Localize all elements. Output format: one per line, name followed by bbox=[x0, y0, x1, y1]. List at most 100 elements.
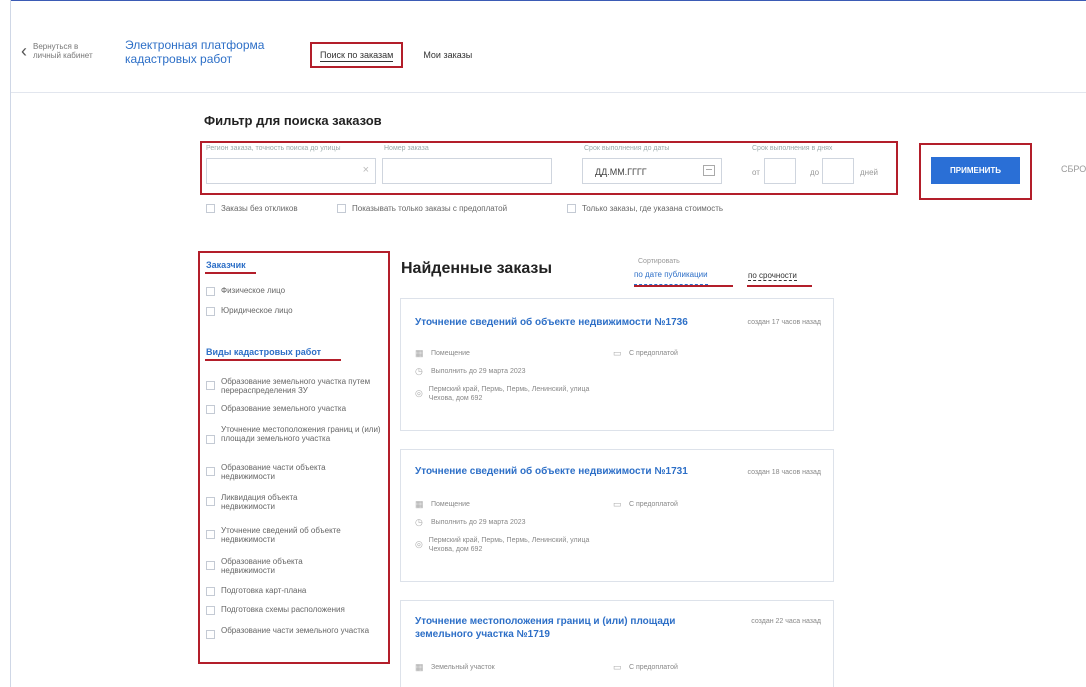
sidebar-item-work-10[interactable]: Образование части земельного участка bbox=[206, 626, 381, 639]
sidebar-item-work-5[interactable]: Ликвидация объекта недвижимости bbox=[206, 493, 331, 511]
address: Пермский край, Пермь, Пермь, Ленинский, … bbox=[428, 537, 590, 553]
sidebar-item-individual[interactable]: Физическое лицо bbox=[206, 286, 389, 296]
reset-button[interactable]: СБРО bbox=[1061, 164, 1086, 174]
checkbox-box[interactable] bbox=[567, 204, 576, 213]
object-type: Земельный участок bbox=[431, 664, 495, 671]
order-title[interactable]: Уточнение сведений об объекте недвижимос… bbox=[415, 316, 688, 329]
object-type: Помещение bbox=[431, 350, 470, 357]
sidebar-item-label: Образование земельного участка bbox=[221, 404, 347, 413]
deadline: Выполнить до 29 марта 2023 bbox=[431, 368, 526, 375]
chevron-left-icon: ‹ bbox=[21, 41, 27, 61]
address-line: ◎ Пермский край, Пермь, Пермь, Ленинский… bbox=[415, 536, 605, 554]
order-card[interactable]: Уточнение сведений об объекте недвижимос… bbox=[400, 298, 834, 431]
days-to-input[interactable] bbox=[822, 158, 854, 184]
sort-date-highlight bbox=[634, 285, 733, 287]
deadline-date-input[interactable]: ДД.ММ.ГГГГ bbox=[582, 158, 722, 184]
checkbox-box[interactable] bbox=[206, 606, 215, 615]
days-label: дней bbox=[860, 168, 879, 177]
back-to-cabinet-link[interactable]: ‹ Вернуться в личный кабинет bbox=[21, 42, 97, 60]
apply-button[interactable]: ПРИМЕНИТЬ bbox=[931, 157, 1020, 184]
sidebar-item-legal-entity[interactable]: Юридическое лицо bbox=[206, 306, 389, 316]
checkbox-prepayment-only[interactable]: Показывать только заказы с предоплатой bbox=[337, 204, 507, 213]
address: Пермский край, Пермь, Пермь, Ленинский, … bbox=[428, 386, 590, 402]
results-title: Найденные заказы bbox=[401, 260, 553, 277]
checkbox-box[interactable] bbox=[206, 287, 215, 296]
checkbox-box[interactable] bbox=[206, 307, 215, 316]
deadline-days-label: Срок выполнения в днях bbox=[752, 145, 833, 152]
sidebar-item-label: Подготовка схемы расположения bbox=[221, 605, 345, 614]
checkbox-label: Только заказы, где указана стоимость bbox=[582, 204, 724, 213]
land-plot-icon: ▦ bbox=[415, 662, 424, 672]
checkbox-label: Показывать только заказы с предоплатой bbox=[352, 204, 508, 213]
sidebar-item-work-7[interactable]: Образование объекта недвижимости bbox=[206, 557, 331, 575]
brand-title[interactable]: Электронная платформа кадастровых работ bbox=[125, 38, 285, 66]
tab-search-orders-label: Поиск по заказам bbox=[320, 50, 394, 60]
order-title[interactable]: Уточнение сведений об объекте недвижимос… bbox=[415, 465, 688, 478]
clear-icon[interactable]: × bbox=[363, 164, 369, 176]
order-card[interactable]: Уточнение местоположения границ и (или) … bbox=[400, 600, 834, 687]
checkbox-box[interactable] bbox=[206, 467, 215, 476]
sidebar-item-label: Уточнение местоположения границ и (или) … bbox=[221, 425, 381, 443]
checkbox-no-responses[interactable]: Заказы без откликов bbox=[206, 204, 298, 213]
sidebar-item-work-2[interactable]: Образование земельного участка bbox=[206, 404, 389, 414]
sidebar-item-work-8[interactable]: Подготовка карт-плана bbox=[206, 586, 389, 596]
order-number-label: Номер заказа bbox=[384, 145, 429, 152]
checkbox-price-specified[interactable]: Только заказы, где указана стоимость bbox=[567, 204, 723, 213]
sidebar-item-work-9[interactable]: Подготовка схемы расположения bbox=[206, 605, 389, 615]
order-created: создан 17 часов назад bbox=[747, 319, 821, 326]
calendar-icon[interactable] bbox=[703, 165, 715, 176]
checkbox-box[interactable] bbox=[206, 587, 215, 596]
works-heading-underline bbox=[205, 359, 341, 361]
order-created: создан 22 часа назад bbox=[751, 618, 821, 625]
checkbox-box[interactable] bbox=[206, 561, 215, 570]
order-number-input[interactable] bbox=[382, 158, 552, 184]
deadline-line: ◷ Выполнить до 29 марта 2023 bbox=[415, 367, 526, 376]
sort-by-date-link[interactable]: по дате публикации bbox=[634, 270, 708, 285]
prepayment-line: ▭ С предоплатой bbox=[613, 349, 678, 358]
sidebar-item-work-4[interactable]: Образование части объекта недвижимости bbox=[206, 463, 371, 481]
wallet-icon: ▭ bbox=[613, 662, 622, 672]
sort-by-urgency-link[interactable]: по срочности bbox=[748, 271, 797, 281]
main-nav: Поиск по заказам Мои заказы bbox=[310, 42, 472, 68]
building-icon: ▦ bbox=[415, 348, 424, 358]
checkbox-box[interactable] bbox=[206, 530, 215, 539]
checkbox-box[interactable] bbox=[206, 405, 215, 414]
wallet-icon: ▭ bbox=[613, 348, 622, 358]
deadline-date-label: Срок выполнения до даты bbox=[584, 145, 670, 152]
order-created: создан 18 часов назад bbox=[747, 469, 821, 476]
prepayment-line: ▭ С предоплатой bbox=[613, 500, 678, 509]
from-label: от bbox=[752, 168, 760, 177]
checkbox-box[interactable] bbox=[206, 204, 215, 213]
prepayment-line: ▭ С предоплатой bbox=[613, 663, 678, 672]
checkbox-box[interactable] bbox=[206, 435, 215, 444]
sidebar-item-work-3[interactable]: Уточнение местоположения границ и (или) … bbox=[206, 425, 381, 444]
sidebar-item-label: Образование земельного участка путем пер… bbox=[221, 377, 371, 395]
sidebar-item-label: Физическое лицо bbox=[221, 286, 286, 295]
checkbox-box[interactable] bbox=[206, 497, 215, 506]
checkbox-label: Заказы без откликов bbox=[221, 204, 298, 213]
deadline-line: ◷ Выполнить до 29 марта 2023 bbox=[415, 518, 526, 527]
object-type-line: ▦ Помещение bbox=[415, 500, 470, 509]
page-header: ‹ Вернуться в личный кабинет Электронная… bbox=[11, 0, 1086, 93]
sidebar-item-work-1[interactable]: Образование земельного участка путем пер… bbox=[206, 377, 389, 395]
brand-line-2: кадастровых работ bbox=[125, 52, 233, 66]
prepayment: С предоплатой bbox=[629, 501, 678, 508]
days-from-input[interactable] bbox=[764, 158, 796, 184]
sidebar-item-label: Образование объекта недвижимости bbox=[221, 557, 303, 575]
sidebar-item-work-6[interactable]: Уточнение сведений об объекте недвижимос… bbox=[206, 526, 381, 544]
checkbox-box[interactable] bbox=[337, 204, 346, 213]
tab-search-orders[interactable]: Поиск по заказам bbox=[310, 42, 404, 68]
order-card[interactable]: Уточнение сведений об объекте недвижимос… bbox=[400, 449, 834, 582]
region-input[interactable]: × bbox=[206, 158, 376, 184]
back-label: Вернуться в личный кабинет bbox=[33, 42, 93, 60]
checkbox-box[interactable] bbox=[206, 381, 215, 390]
works-heading: Виды кадастровых работ bbox=[206, 347, 322, 357]
prepayment: С предоплатой bbox=[629, 664, 678, 671]
location-pin-icon: ◎ bbox=[415, 539, 423, 549]
object-type: Помещение bbox=[431, 501, 470, 508]
order-title[interactable]: Уточнение местоположения границ и (или) … bbox=[415, 615, 715, 641]
clock-icon: ◷ bbox=[415, 517, 423, 527]
tab-my-orders[interactable]: Мои заказы bbox=[423, 50, 472, 60]
date-placeholder: ДД.ММ.ГГГГ bbox=[595, 167, 647, 177]
checkbox-box[interactable] bbox=[206, 630, 215, 639]
